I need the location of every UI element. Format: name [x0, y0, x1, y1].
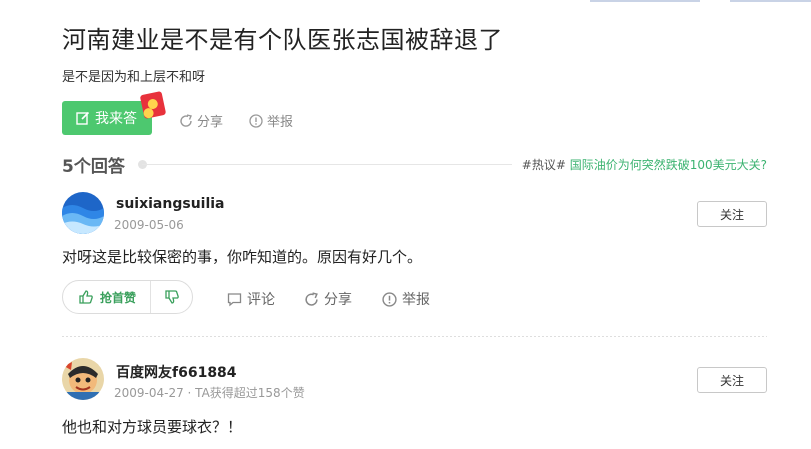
- thumbs-up-icon: [79, 290, 93, 304]
- share-icon: [180, 113, 192, 127]
- downvote-button[interactable]: [151, 281, 192, 313]
- top-edge-segment: [730, 0, 811, 2]
- avatar-wave-image: [62, 192, 104, 234]
- avatar-cartoon-image: [62, 358, 104, 400]
- comment-icon: [227, 292, 242, 306]
- answer-item: suixiangsuilia 2009-05-06 关注 对呀这是比较保密的事，…: [62, 192, 767, 322]
- avatar[interactable]: [62, 192, 104, 234]
- answer-content: 他也和对方球员要球衣？！: [62, 418, 243, 436]
- question-title: 河南建业是不是有个队医张志国被辞退了: [62, 26, 503, 54]
- answer-meta: 2009-04-27 · TA获得超过158个赞: [114, 386, 305, 400]
- answer-count: 5个回答: [62, 157, 125, 177]
- username[interactable]: suixiangsuilia: [116, 196, 225, 212]
- follow-button[interactable]: 关注: [697, 367, 767, 393]
- answer-item: 百度网友f661884 2009-04-27 · TA获得超过158个赞 关注 …: [62, 358, 767, 438]
- answer-divider: [62, 336, 767, 337]
- answer-button-label: 我来答: [95, 111, 137, 127]
- answer-report-label: 举报: [402, 292, 430, 308]
- top-edge-segment: [590, 0, 700, 2]
- answer-share-label: 分享: [324, 292, 352, 308]
- username[interactable]: 百度网友f661884: [116, 362, 237, 382]
- vote-group: 抢首赞: [62, 280, 193, 314]
- report-icon: [382, 291, 397, 307]
- comment-button[interactable]: 评论: [227, 289, 275, 309]
- answer-button[interactable]: 我来答: [62, 101, 152, 135]
- report-label: 举报: [267, 115, 294, 130]
- upvote-button[interactable]: 抢首赞: [63, 281, 151, 313]
- report-button[interactable]: 举报: [249, 111, 293, 130]
- avatar[interactable]: [62, 358, 104, 400]
- answer-share-button[interactable]: 分享: [304, 289, 352, 309]
- divider: [142, 164, 512, 165]
- question-description: 是不是因为和上层不和呀: [62, 70, 206, 85]
- hot-tag: #热议#: [521, 158, 566, 172]
- comment-label: 评论: [247, 292, 275, 308]
- share-button[interactable]: 分享: [179, 111, 223, 130]
- thumbs-down-icon: [164, 290, 179, 304]
- upvote-label: 抢首赞: [100, 290, 137, 305]
- red-packet-icon: [139, 90, 167, 120]
- top-scroll-edge: [0, 0, 811, 3]
- answer-meta: 2009-05-06: [114, 218, 184, 232]
- hot-topic-link[interactable]: 国际油价为何突然跌破100美元大关?: [570, 158, 767, 172]
- answer-report-button[interactable]: 举报: [382, 289, 430, 309]
- share-icon: [305, 291, 318, 306]
- answer-content: 对呀这是比较保密的事，你咋知道的。原因有好几个。: [62, 248, 423, 266]
- hot-topic[interactable]: #热议# 国际油价为何突然跌破100美元大关?: [522, 156, 767, 173]
- follow-button[interactable]: 关注: [697, 201, 767, 227]
- edit-icon: [76, 111, 90, 125]
- report-icon: [249, 113, 263, 128]
- share-label: 分享: [197, 115, 224, 130]
- answers-header: 5个回答 #热议# 国际油价为何突然跌破100美元大关?: [62, 152, 767, 177]
